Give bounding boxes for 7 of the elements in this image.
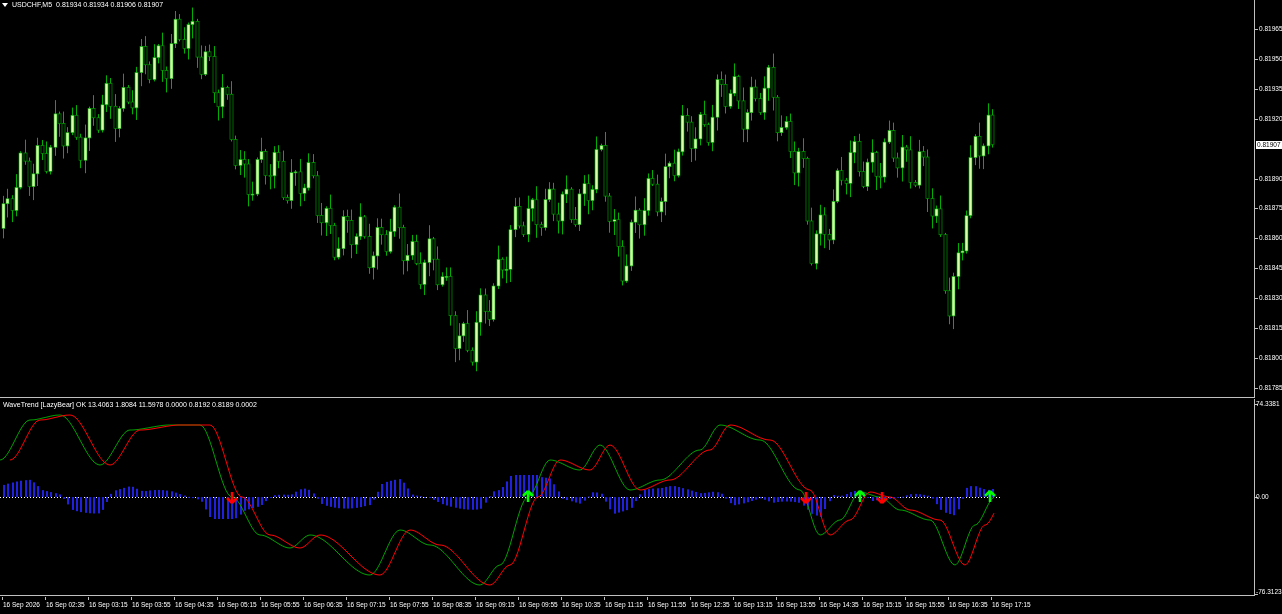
down-arrow-icon — [799, 490, 813, 505]
dropdown-triangle-icon[interactable] — [2, 3, 8, 7]
up-arrow-icon — [521, 489, 535, 504]
down-arrow-icon — [875, 490, 889, 505]
up-arrow-icon — [983, 489, 997, 504]
up-arrow-icon — [853, 489, 867, 504]
down-arrow-icon — [225, 490, 239, 505]
